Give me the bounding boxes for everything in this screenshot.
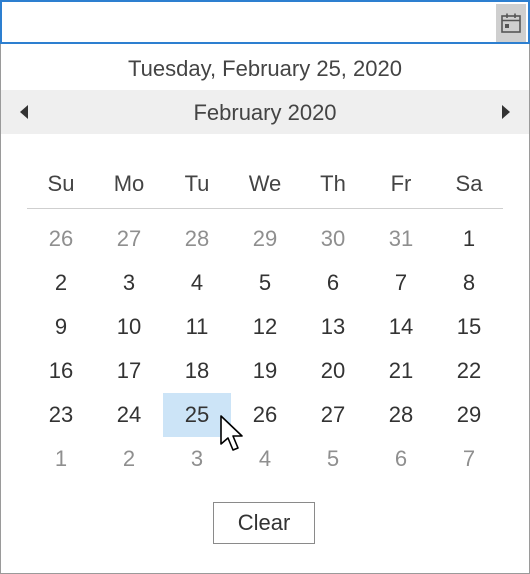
day-cell[interactable]: 7 bbox=[367, 261, 435, 305]
week-row: 9 10 11 12 13 14 15 bbox=[27, 305, 503, 349]
day-cell[interactable]: 3 bbox=[95, 261, 163, 305]
day-cell[interactable]: 19 bbox=[231, 349, 299, 393]
calendar-weeks: 26 27 28 29 30 31 1 2 3 4 5 6 7 8 9 10 11 12 13 14 15 16 17 18 1… bbox=[27, 217, 503, 481]
day-cell[interactable]: 23 bbox=[27, 393, 95, 437]
day-cell[interactable]: 29 bbox=[435, 393, 503, 437]
day-cell-other-month[interactable]: 2 bbox=[95, 437, 163, 481]
day-cell[interactable]: 17 bbox=[95, 349, 163, 393]
selected-date-header: Tuesday, February 25, 2020 bbox=[128, 56, 402, 81]
calendar-popup: Tuesday, February 25, 2020 February 2020… bbox=[0, 44, 530, 574]
day-cell-other-month[interactable]: 1 bbox=[27, 437, 95, 481]
day-cell[interactable]: 4 bbox=[163, 261, 231, 305]
day-cell[interactable]: 26 bbox=[231, 393, 299, 437]
day-cell[interactable]: 22 bbox=[435, 349, 503, 393]
day-cell[interactable]: 12 bbox=[231, 305, 299, 349]
calendar-button[interactable] bbox=[496, 4, 526, 42]
day-cell-other-month[interactable]: 27 bbox=[95, 217, 163, 261]
day-cell[interactable]: 9 bbox=[27, 305, 95, 349]
day-cell[interactable]: 27 bbox=[299, 393, 367, 437]
day-cell[interactable]: 18 bbox=[163, 349, 231, 393]
weekday-label: Sa bbox=[455, 171, 483, 196]
week-row: 26 27 28 29 30 31 1 bbox=[27, 217, 503, 261]
date-input[interactable] bbox=[0, 0, 530, 44]
day-cell-other-month[interactable]: 31 bbox=[367, 217, 435, 261]
calendar-icon bbox=[501, 13, 521, 33]
day-cell[interactable]: 8 bbox=[435, 261, 503, 305]
day-cell-other-month[interactable]: 6 bbox=[367, 437, 435, 481]
weekday-label: Th bbox=[320, 171, 346, 196]
weekday-label: Fr bbox=[390, 171, 412, 196]
day-cell[interactable]: 13 bbox=[299, 305, 367, 349]
day-cell[interactable]: 24 bbox=[95, 393, 163, 437]
weekday-label: We bbox=[248, 171, 282, 196]
day-cell[interactable]: 14 bbox=[367, 305, 435, 349]
day-cell-other-month[interactable]: 3 bbox=[163, 437, 231, 481]
day-cell[interactable]: 28 bbox=[367, 393, 435, 437]
weekday-label: Su bbox=[47, 171, 75, 196]
month-title[interactable]: February 2020 bbox=[1, 100, 529, 126]
weekday-header-row: Su Mo Tu We Th Fr Sa bbox=[27, 164, 503, 204]
day-cell-other-month[interactable]: 4 bbox=[231, 437, 299, 481]
day-cell-other-month[interactable]: 7 bbox=[435, 437, 503, 481]
day-cell-selected[interactable]: 25 bbox=[163, 393, 231, 437]
week-row: 23 24 25 26 27 28 29 bbox=[27, 393, 503, 437]
chevron-right-icon[interactable] bbox=[497, 102, 515, 122]
week-row: 1234567 bbox=[27, 437, 503, 481]
day-cell[interactable]: 21 bbox=[367, 349, 435, 393]
day-cell[interactable]: 16 bbox=[27, 349, 95, 393]
week-row: 2345678 bbox=[27, 261, 503, 305]
day-cell[interactable]: 15 bbox=[435, 305, 503, 349]
day-cell[interactable]: 1 bbox=[435, 217, 503, 261]
clear-button[interactable]: Clear bbox=[213, 502, 315, 544]
day-cell-other-month[interactable]: 29 bbox=[231, 217, 299, 261]
day-cell-other-month[interactable]: 5 bbox=[299, 437, 367, 481]
calendar-grid: Su Mo Tu We Th Fr Sa 26 27 28 29 30 31 1 2 3 4 5 6 7 8 9 10 11… bbox=[27, 164, 503, 481]
weekday-separator bbox=[27, 208, 503, 209]
day-cell[interactable]: 5 bbox=[231, 261, 299, 305]
day-cell-other-month[interactable]: 30 bbox=[299, 217, 367, 261]
day-cell[interactable]: 2 bbox=[27, 261, 95, 305]
weekday-label: Tu bbox=[184, 171, 210, 196]
day-cell[interactable]: 20 bbox=[299, 349, 367, 393]
weekday-label: Mo bbox=[113, 171, 145, 196]
week-row: 16 17 18 19 20 21 22 bbox=[27, 349, 503, 393]
day-cell[interactable]: 6 bbox=[299, 261, 367, 305]
day-cell[interactable]: 11 bbox=[163, 305, 231, 349]
day-cell[interactable]: 10 bbox=[95, 305, 163, 349]
day-cell-other-month[interactable]: 26 bbox=[27, 217, 95, 261]
month-nav-bar: February 2020 bbox=[1, 90, 529, 134]
day-cell-other-month[interactable]: 28 bbox=[163, 217, 231, 261]
date-picker: Tuesday, February 25, 2020 February 2020… bbox=[0, 0, 530, 574]
